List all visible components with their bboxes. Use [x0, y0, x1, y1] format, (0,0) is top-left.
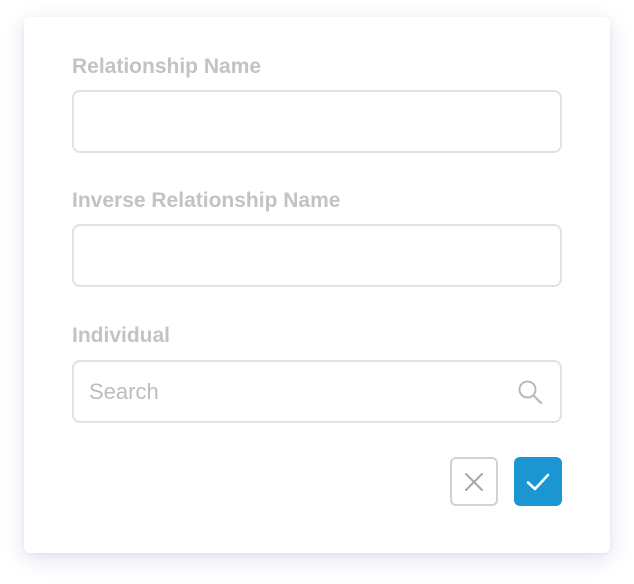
relationship-form-card: Relationship Name Inverse Relationship N…: [24, 17, 610, 553]
inverse-relationship-name-label: Inverse Relationship Name: [72, 189, 341, 212]
individual-label: Individual: [72, 324, 171, 347]
confirm-button[interactable]: [514, 457, 562, 506]
close-icon: [463, 471, 485, 493]
search-icon: [516, 378, 544, 406]
checkmark-icon: [525, 471, 551, 493]
individual-search-input[interactable]: [72, 360, 562, 423]
relationship-name-input[interactable]: [72, 90, 562, 153]
cancel-button[interactable]: [450, 457, 498, 506]
inverse-relationship-name-input[interactable]: [72, 224, 562, 287]
relationship-name-label: Relationship Name: [72, 55, 262, 78]
